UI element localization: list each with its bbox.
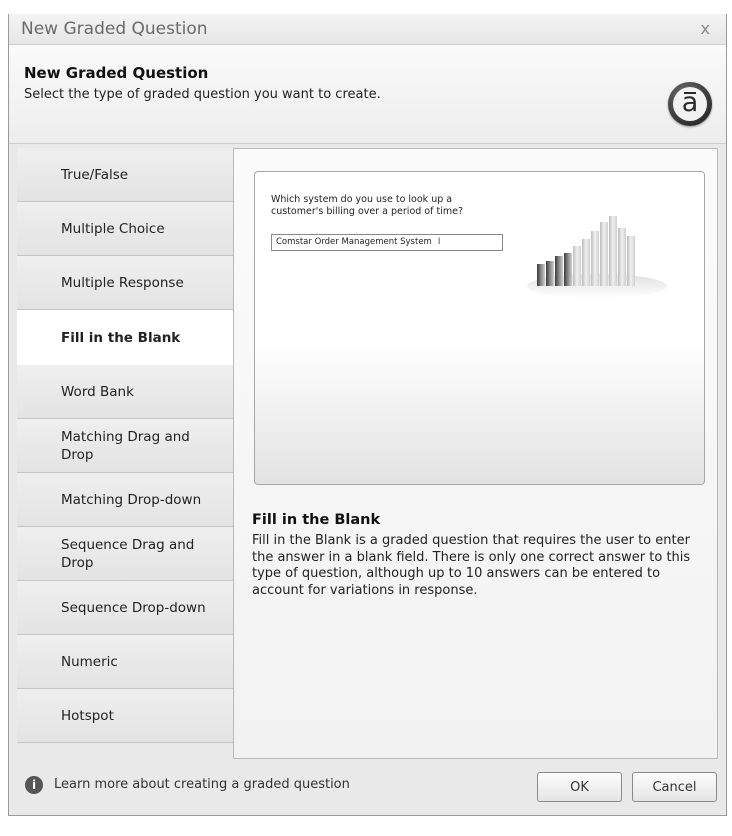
sidebar-item-sequence-dropdown[interactable]: Sequence Drop-down: [17, 581, 233, 635]
preview-answer-field: Comstar Order Management System I: [271, 234, 503, 251]
preview-question-text: Which system do you use to look up a cus…: [271, 194, 463, 217]
close-icon[interactable]: x: [701, 19, 710, 38]
header-title: New Graded Question: [24, 64, 209, 82]
sidebar-item-fill-in-the-blank[interactable]: Fill in the Blank: [17, 310, 239, 365]
cancel-button[interactable]: Cancel: [632, 772, 717, 802]
learn-more-link[interactable]: Learn more about creating a graded quest…: [54, 777, 350, 792]
question-type-detail: Which system do you use to look up a cus…: [233, 148, 718, 759]
sidebar-item-multiple-choice[interactable]: Multiple Choice: [17, 202, 233, 256]
sidebar-item-label: Matching Drop-down: [61, 491, 202, 508]
question-preview: Which system do you use to look up a cus…: [254, 171, 705, 485]
header-subtitle: Select the type of graded question you w…: [24, 87, 381, 102]
text-cursor-icon: I: [437, 237, 441, 247]
window-title: New Graded Question: [21, 19, 208, 39]
sidebar-item-matching-drag-drop[interactable]: Matching Drag and Drop: [17, 419, 233, 473]
dialog-header: New Graded Question Select the type of g…: [9, 45, 726, 144]
sidebar-item-hotspot[interactable]: Hotspot: [17, 689, 233, 743]
sidebar-item-multiple-response[interactable]: Multiple Response: [17, 256, 233, 310]
sidebar-item-label: Sequence Drag and Drop: [61, 536, 195, 571]
info-icon: i: [25, 776, 43, 794]
sidebar-item-true-false[interactable]: True/False: [17, 148, 233, 202]
preview-answer-value: Comstar Order Management System: [276, 237, 432, 247]
description-title: Fill in the Blank: [252, 512, 381, 528]
graded-question-dialog: New Graded Question x New Graded Questio…: [8, 14, 727, 816]
sidebar-item-label: Matching Drag and Drop: [61, 428, 190, 463]
sidebar-item-label: Numeric: [61, 653, 118, 670]
sidebar-item-label: Word Bank: [61, 383, 134, 400]
question-type-list: True/False Multiple Choice Multiple Resp…: [17, 148, 239, 743]
sidebar-item-word-bank[interactable]: Word Bank: [17, 365, 233, 419]
description-body: Fill in the Blank is a graded question t…: [252, 533, 691, 598]
bar-chart-illustration-icon: [527, 216, 667, 298]
dialog-footer: i Learn more about creating a graded que…: [9, 758, 726, 815]
title-bar[interactable]: New Graded Question x: [9, 14, 726, 45]
app-logo-icon: a: [668, 82, 712, 126]
sidebar-item-label: Sequence Drop-down: [61, 599, 206, 616]
sidebar-item-label: Fill in the Blank: [61, 329, 181, 346]
sidebar-item-numeric[interactable]: Numeric: [17, 635, 233, 689]
sidebar-item-sequence-drag-drop[interactable]: Sequence Drag and Drop: [17, 527, 233, 581]
ok-button[interactable]: OK: [537, 772, 622, 802]
sidebar-item-label: True/False: [61, 166, 129, 183]
sidebar-item-label: Hotspot: [61, 707, 114, 724]
sidebar-item-label: Multiple Response: [61, 274, 184, 291]
sidebar-item-label: Multiple Choice: [61, 220, 165, 237]
sidebar-item-matching-dropdown[interactable]: Matching Drop-down: [17, 473, 233, 527]
